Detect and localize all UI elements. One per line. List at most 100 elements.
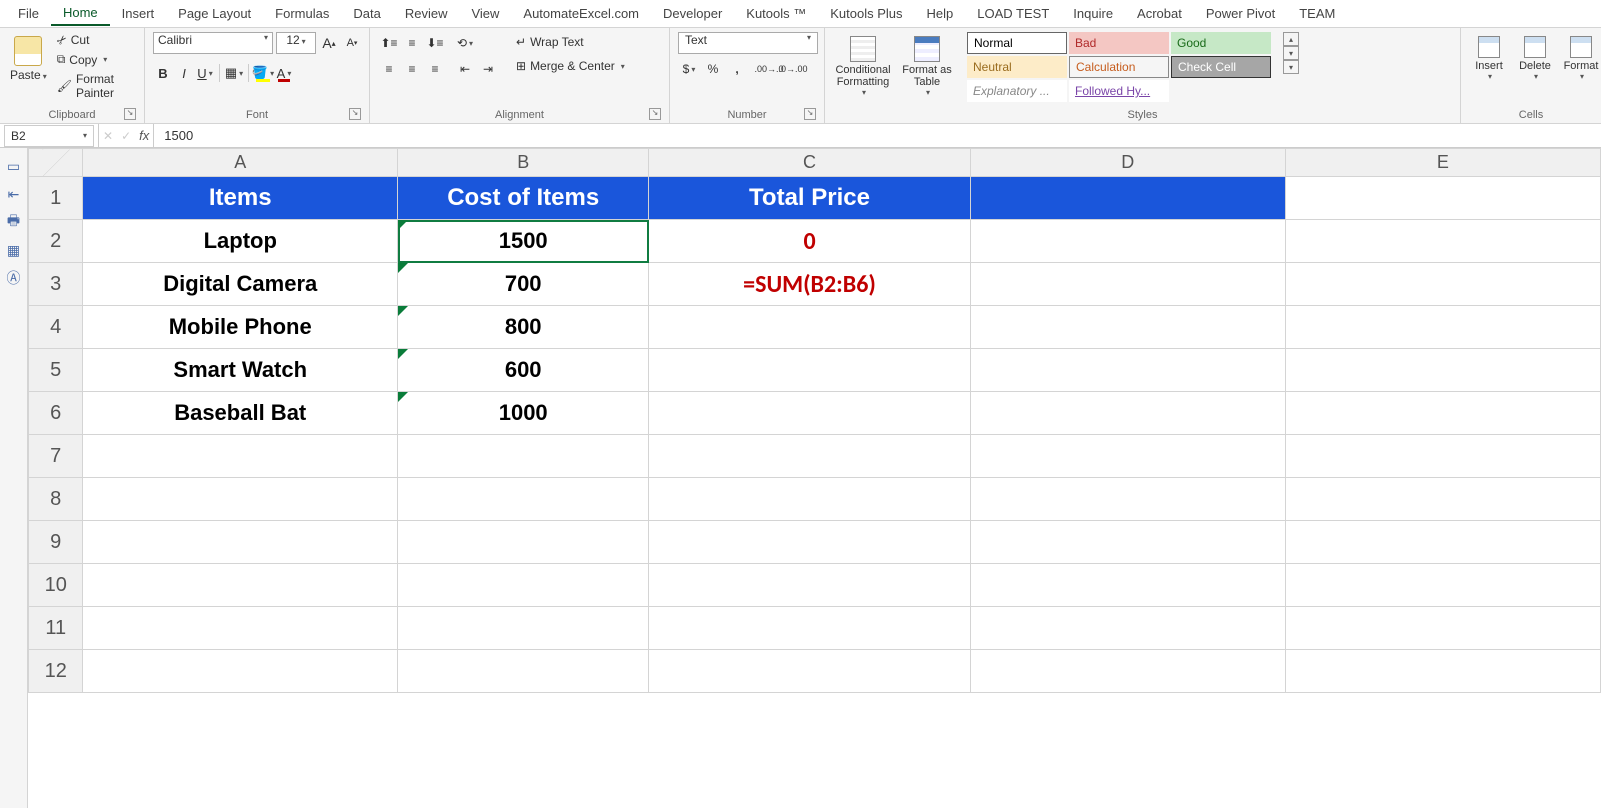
formula-input[interactable]: 1500 xyxy=(154,128,1601,143)
col-head-C[interactable]: C xyxy=(649,149,970,177)
menu-team[interactable]: TEAM xyxy=(1287,2,1347,25)
cell-C5[interactable] xyxy=(649,349,970,392)
menu-load-test[interactable]: LOAD TEST xyxy=(965,2,1061,25)
row-head-10[interactable]: 10 xyxy=(29,564,83,607)
merge-center-button[interactable]: ⊞Merge & Center ▾ xyxy=(509,56,632,76)
underline-button[interactable]: U▾ xyxy=(195,62,215,84)
row-head-12[interactable]: 12 xyxy=(29,650,83,693)
cell-B3[interactable]: 700 xyxy=(398,263,649,306)
wrap-text-button[interactable]: ↵Wrap Text xyxy=(509,32,632,52)
insert-cells-button[interactable]: Insert▾ xyxy=(1469,32,1509,81)
menu-review[interactable]: Review xyxy=(393,2,460,25)
cell-C6[interactable] xyxy=(649,392,970,435)
col-head-E[interactable]: E xyxy=(1285,149,1600,177)
row-head-3[interactable]: 3 xyxy=(29,263,83,306)
side-icon-5[interactable]: Ⓐ xyxy=(6,270,22,286)
side-icon-1[interactable]: ▭ xyxy=(6,158,22,174)
cell-D8[interactable] xyxy=(970,478,1285,521)
cell-A3[interactable]: Digital Camera xyxy=(83,263,398,306)
cell-C7[interactable] xyxy=(649,435,970,478)
cell-E8[interactable] xyxy=(1285,478,1600,521)
increase-indent-button[interactable]: ⇥ xyxy=(477,58,499,80)
row-head-4[interactable]: 4 xyxy=(29,306,83,349)
gallery-scroll[interactable]: ▴ ▾ ▾ xyxy=(1283,32,1299,74)
align-right-button[interactable]: ≡ xyxy=(424,58,446,80)
cell-C11[interactable] xyxy=(649,607,970,650)
cell-E3[interactable] xyxy=(1285,263,1600,306)
cell-E10[interactable] xyxy=(1285,564,1600,607)
italic-button[interactable]: I xyxy=(174,62,194,84)
cancel-formula-button[interactable]: ✕ xyxy=(103,129,113,143)
cell-B10[interactable] xyxy=(398,564,649,607)
cell-C2[interactable]: 0 xyxy=(649,220,970,263)
number-launcher[interactable]: ↘ xyxy=(804,108,816,120)
font-size-select[interactable]: 12▾ xyxy=(276,32,316,54)
percent-button[interactable]: % xyxy=(702,58,724,80)
menu-help[interactable]: Help xyxy=(915,2,966,25)
align-bottom-button[interactable]: ⬇≡ xyxy=(424,32,446,54)
cell-E1[interactable] xyxy=(1285,177,1600,220)
cell-A7[interactable] xyxy=(83,435,398,478)
cell-B9[interactable] xyxy=(398,521,649,564)
cell-D12[interactable] xyxy=(970,650,1285,693)
cell-B2[interactable]: 1500 xyxy=(398,220,649,263)
paste-button[interactable]: Paste▾ xyxy=(8,32,49,84)
cut-button[interactable]: ✂Cut xyxy=(53,32,136,48)
cell-E2[interactable] xyxy=(1285,220,1600,263)
cell-D7[interactable] xyxy=(970,435,1285,478)
font-launcher[interactable]: ↘ xyxy=(349,108,361,120)
menu-power-pivot[interactable]: Power Pivot xyxy=(1194,2,1287,25)
cell-E6[interactable] xyxy=(1285,392,1600,435)
gallery-up[interactable]: ▴ xyxy=(1283,32,1299,46)
menu-home[interactable]: Home xyxy=(51,1,110,26)
style-expl[interactable]: Explanatory ... xyxy=(967,80,1067,102)
format-as-table-button[interactable]: Format as Table▾ xyxy=(897,32,957,97)
menu-acrobat[interactable]: Acrobat xyxy=(1125,2,1194,25)
row-head-11[interactable]: 11 xyxy=(29,607,83,650)
cell-B8[interactable] xyxy=(398,478,649,521)
increase-font-button[interactable]: A▴ xyxy=(319,32,339,54)
cell-D1[interactable] xyxy=(970,177,1285,220)
row-head-7[interactable]: 7 xyxy=(29,435,83,478)
cell-C10[interactable] xyxy=(649,564,970,607)
row-head-5[interactable]: 5 xyxy=(29,349,83,392)
menu-data[interactable]: Data xyxy=(341,2,392,25)
style-normal[interactable]: Normal xyxy=(967,32,1067,54)
menu-insert[interactable]: Insert xyxy=(110,2,167,25)
cell-B11[interactable] xyxy=(398,607,649,650)
comma-button[interactable]: , xyxy=(726,58,748,80)
row-head-2[interactable]: 2 xyxy=(29,220,83,263)
enter-formula-button[interactable]: ✓ xyxy=(121,129,131,143)
menu-inquire[interactable]: Inquire xyxy=(1061,2,1125,25)
cell-C8[interactable] xyxy=(649,478,970,521)
gallery-down[interactable]: ▾ xyxy=(1283,46,1299,60)
fill-color-button[interactable]: 🪣▾ xyxy=(253,62,273,84)
align-middle-button[interactable]: ≡ xyxy=(401,32,423,54)
cell-C1[interactable]: Total Price xyxy=(649,177,970,220)
bold-button[interactable]: B xyxy=(153,62,173,84)
menu-file[interactable]: File xyxy=(6,2,51,25)
cell-A10[interactable] xyxy=(83,564,398,607)
cell-D2[interactable] xyxy=(970,220,1285,263)
cell-A6[interactable]: Baseball Bat xyxy=(83,392,398,435)
cell-E7[interactable] xyxy=(1285,435,1600,478)
side-icon-4[interactable]: ▦ xyxy=(6,242,22,258)
align-top-button[interactable]: ⬆≡ xyxy=(378,32,400,54)
cell-E12[interactable] xyxy=(1285,650,1600,693)
cell-D6[interactable] xyxy=(970,392,1285,435)
cell-D3[interactable] xyxy=(970,263,1285,306)
spreadsheet-grid[interactable]: ABCDE1ItemsCost of ItemsTotal Price2Lapt… xyxy=(28,148,1601,808)
cell-C4[interactable] xyxy=(649,306,970,349)
clipboard-launcher[interactable]: ↘ xyxy=(124,108,136,120)
number-format-select[interactable]: Text▾ xyxy=(678,32,818,54)
cell-D11[interactable] xyxy=(970,607,1285,650)
borders-button[interactable]: ▦▾ xyxy=(224,62,244,84)
alignment-launcher[interactable]: ↘ xyxy=(649,108,661,120)
cell-A2[interactable]: Laptop xyxy=(83,220,398,263)
menu-view[interactable]: View xyxy=(459,2,511,25)
accounting-button[interactable]: $▾ xyxy=(678,58,700,80)
col-head-B[interactable]: B xyxy=(398,149,649,177)
cell-C9[interactable] xyxy=(649,521,970,564)
format-painter-button[interactable]: 🖌Format Painter xyxy=(53,71,136,101)
menu-kutools-plus[interactable]: Kutools Plus xyxy=(818,2,914,25)
